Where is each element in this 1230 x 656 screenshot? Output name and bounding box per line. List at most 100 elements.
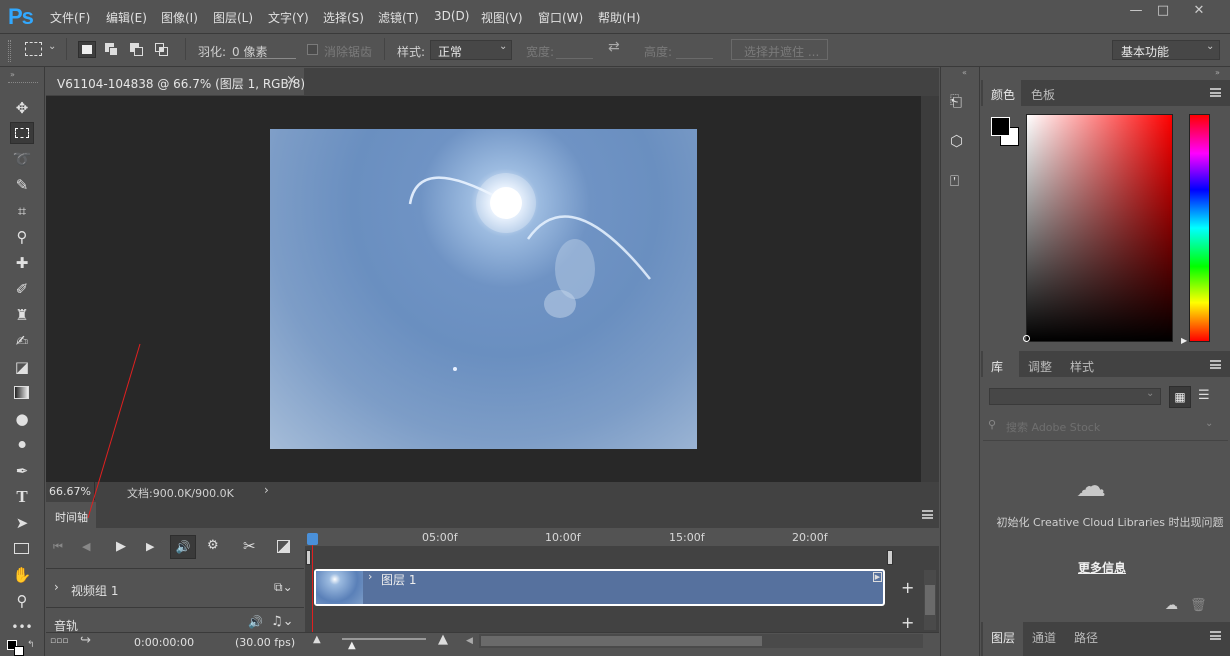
more-tools-icon[interactable]: ••• xyxy=(10,616,34,638)
filmstrip-menu-icon[interactable]: ⧉⌄ xyxy=(274,580,293,595)
tab-channels[interactable]: 通道 xyxy=(1032,629,1056,646)
stock-search-input[interactable]: 搜索 Adobe Stock xyxy=(1006,419,1100,435)
eyedropper-tool-icon[interactable]: ⚲ xyxy=(10,226,34,248)
grid-view-icon[interactable]: ▦ xyxy=(1169,386,1191,408)
more-info-link[interactable]: 更多信息 xyxy=(1078,559,1126,576)
tab-swatches[interactable]: 色板 xyxy=(1031,86,1055,103)
brush-tool-icon[interactable]: ✐ xyxy=(10,278,34,300)
path-selection-tool-icon[interactable]: ➤ xyxy=(10,512,34,534)
split-scissors-icon[interactable]: ✂ xyxy=(243,537,256,555)
zoom-out-icon[interactable]: ▲ xyxy=(313,634,321,645)
collapse-toolbar-icon[interactable]: » xyxy=(10,70,15,79)
tracks-scroll-thumb[interactable] xyxy=(925,585,935,615)
library-select[interactable] xyxy=(989,388,1161,405)
scroll-left-arrow[interactable]: ◀ xyxy=(466,636,473,646)
hue-slider[interactable] xyxy=(1189,114,1210,342)
menu-filter[interactable]: 滤镜(T) xyxy=(378,9,419,26)
minimize-button[interactable]: — xyxy=(1123,2,1149,20)
settings-gear-icon[interactable]: ⚙ xyxy=(207,538,219,553)
vertical-scrollbar[interactable] xyxy=(921,96,939,482)
rectangle-tool-icon[interactable] xyxy=(10,538,34,560)
color-saturation-field[interactable] xyxy=(1026,114,1173,342)
color-panel-menu-icon[interactable] xyxy=(1210,88,1221,97)
properties-panel-icon[interactable]: ⬡ xyxy=(950,132,963,150)
history-brush-tool-icon[interactable]: ✍ xyxy=(10,330,34,352)
chevron-down-icon[interactable]: ⌄ xyxy=(48,41,56,52)
dodge-tool-icon[interactable]: ⚫ xyxy=(10,434,34,456)
zoom-in-icon[interactable]: ▲ xyxy=(438,632,448,647)
height-input[interactable] xyxy=(676,42,713,59)
timeline-scroll-thumb[interactable] xyxy=(481,636,762,646)
tab-paths[interactable]: 路径 xyxy=(1074,629,1098,646)
hand-tool-icon[interactable]: ✋ xyxy=(10,564,34,586)
menu-view[interactable]: 视图(V) xyxy=(481,9,523,26)
rectangular-marquee-tool-icon[interactable] xyxy=(10,122,34,144)
eraser-tool-icon[interactable]: ◪ xyxy=(10,356,34,378)
width-input[interactable] xyxy=(556,42,593,59)
healing-brush-tool-icon[interactable]: ✚ xyxy=(10,252,34,274)
music-note-icon[interactable]: ♫⌄ xyxy=(271,614,294,629)
marquee-preset-icon[interactable] xyxy=(25,42,42,56)
foreground-color-chip[interactable] xyxy=(991,117,1010,136)
intersect-selection-button[interactable] xyxy=(153,41,171,58)
timeline-menu-icon[interactable] xyxy=(922,510,933,519)
antialias-checkbox[interactable] xyxy=(307,44,318,55)
expand-dock-icon[interactable]: « xyxy=(962,68,967,77)
type-tool-icon[interactable]: T xyxy=(10,486,34,508)
zoom-slider-thumb[interactable]: ▲ xyxy=(348,640,356,651)
timeline-ruler[interactable] xyxy=(305,528,939,546)
paragraph-panel-icon[interactable]: ⍞ xyxy=(950,172,959,190)
pen-tool-icon[interactable]: ✒ xyxy=(10,460,34,482)
swap-arrows-icon[interactable]: ⇄ xyxy=(608,39,620,55)
add-audio-button[interactable]: + xyxy=(901,613,914,632)
audio-toggle-icon[interactable]: 🔊 xyxy=(170,535,196,559)
clip-options-icon[interactable]: ▶ xyxy=(873,572,882,582)
clip-expand-icon[interactable]: › xyxy=(368,570,372,583)
audio-mute-icon[interactable]: 🔊 xyxy=(248,615,263,629)
list-view-icon[interactable]: ☰ xyxy=(1198,388,1210,403)
menu-type[interactable]: 文字(Y) xyxy=(268,9,309,26)
tab-styles[interactable]: 样式 xyxy=(1070,358,1094,375)
clone-stamp-tool-icon[interactable]: ♜ xyxy=(10,304,34,326)
move-tool-icon[interactable]: ✥ xyxy=(10,97,34,119)
render-video-icon[interactable]: ↪ xyxy=(80,633,91,648)
new-selection-button[interactable] xyxy=(78,41,96,58)
history-panel-icon[interactable]: ⎗ xyxy=(950,92,962,110)
trash-icon[interactable]: 🗑 xyxy=(1190,598,1207,613)
menu-image[interactable]: 图像(I) xyxy=(161,9,198,26)
swap-colors-icon[interactable]: ↰ xyxy=(27,640,35,650)
menu-file[interactable]: 文件(F) xyxy=(50,9,90,26)
menu-select[interactable]: 选择(S) xyxy=(323,9,364,26)
background-color-swatch[interactable] xyxy=(14,646,24,656)
tab-adjustments[interactable]: 调整 xyxy=(1028,358,1052,375)
expand-video-group-icon[interactable]: › xyxy=(54,580,59,594)
library-panel-menu-icon[interactable] xyxy=(1210,360,1221,369)
go-to-first-frame-icon[interactable]: ⏮ xyxy=(53,540,63,554)
playhead-handle[interactable] xyxy=(307,533,318,545)
hue-slider-handle[interactable]: ▶ xyxy=(1181,336,1187,345)
add-selection-button[interactable] xyxy=(103,41,121,58)
menu-window[interactable]: 窗口(W) xyxy=(538,9,583,26)
color-picker-cursor[interactable] xyxy=(1023,335,1030,342)
status-menu-arrow[interactable]: › xyxy=(264,483,269,497)
next-frame-icon[interactable]: ▶ xyxy=(146,540,154,553)
collapse-panels-icon[interactable]: » xyxy=(1215,68,1220,77)
maximize-button[interactable]: □ xyxy=(1150,2,1176,20)
gradient-tool-icon[interactable] xyxy=(10,382,34,404)
zoom-tool-icon[interactable]: ⚲ xyxy=(10,590,34,612)
menu-3d[interactable]: 3D(D) xyxy=(434,9,469,23)
menu-layer[interactable]: 图层(L) xyxy=(213,9,253,26)
play-icon[interactable]: ▶ xyxy=(116,539,126,554)
menu-edit[interactable]: 编辑(E) xyxy=(106,9,147,26)
previous-frame-icon[interactable]: ◀ xyxy=(82,540,90,553)
crop-tool-icon[interactable]: ⌗ xyxy=(10,200,34,222)
close-document-button[interactable]: × xyxy=(286,73,297,88)
lasso-tool-icon[interactable]: ➰ xyxy=(10,148,34,170)
menu-help[interactable]: 帮助(H) xyxy=(598,9,640,26)
work-area-start-handle[interactable] xyxy=(306,550,311,565)
cloud-sync-icon[interactable]: ☁ xyxy=(1165,598,1178,613)
frame-mode-icon[interactable]: ▫▫▫ xyxy=(50,636,68,646)
blur-tool-icon[interactable]: ● xyxy=(10,408,34,430)
close-window-button[interactable]: ✕ xyxy=(1186,2,1212,20)
subtract-selection-button[interactable] xyxy=(128,41,146,58)
